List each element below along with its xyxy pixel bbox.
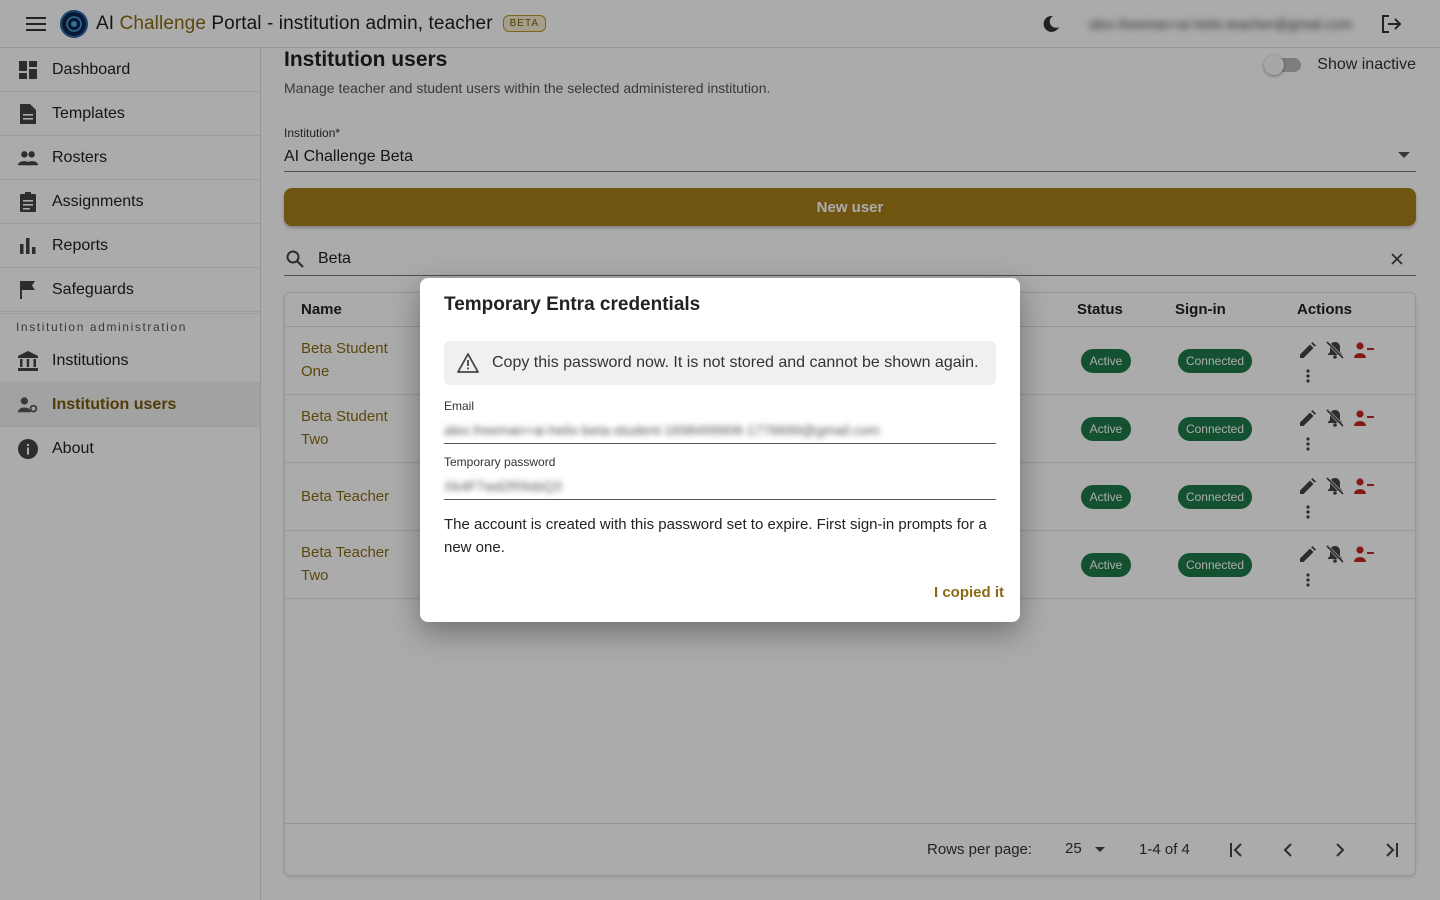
- email-value: alex.freeman+ai-helix-beta-student-16984…: [444, 422, 880, 438]
- password-field[interactable]: Xk4F7wd2R9sbQ3: [444, 472, 996, 500]
- warning-alert: Copy this password now. It is not stored…: [444, 341, 996, 385]
- password-value: Xk4F7wd2R9sbQ3: [444, 478, 562, 494]
- warning-icon: [456, 351, 480, 375]
- warning-text: Copy this password now. It is not stored…: [492, 354, 979, 371]
- dialog-note: The account is created with this passwor…: [444, 516, 987, 556]
- credentials-dialog: Temporary Entra credentials Copy this pa…: [420, 278, 1020, 622]
- email-field[interactable]: alex.freeman+ai-helix-beta-student-16984…: [444, 416, 996, 444]
- email-label: Email: [444, 399, 475, 413]
- i-copied-it-button[interactable]: I copied it: [934, 584, 1004, 601]
- dialog-title: Temporary Entra credentials: [444, 294, 701, 315]
- password-label: Temporary password: [444, 455, 556, 469]
